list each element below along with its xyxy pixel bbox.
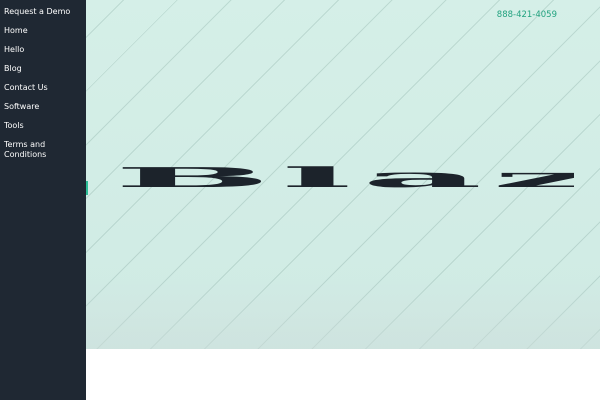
- nav-item-terms[interactable]: Terms and Conditions: [4, 140, 86, 160]
- nav-item-home[interactable]: Home: [4, 26, 86, 36]
- accent-marker: [86, 181, 88, 195]
- hero-banner: 888-421-4059 Blaze: [86, 0, 600, 349]
- nav-item-contact-us[interactable]: Contact Us: [4, 83, 86, 93]
- nav-item-hello[interactable]: Hello: [4, 45, 86, 55]
- nav-item-tools[interactable]: Tools: [4, 121, 86, 131]
- nav-item-request-demo[interactable]: Request a Demo: [4, 7, 86, 17]
- logo-container: Blaze: [114, 164, 574, 220]
- content-area: [86, 349, 600, 400]
- site-logo[interactable]: Blaze: [114, 164, 574, 191]
- nav-item-blog[interactable]: Blog: [4, 64, 86, 74]
- sidebar-nav: Request a Demo Home Hello Blog Contact U…: [0, 0, 86, 400]
- nav-item-software[interactable]: Software: [4, 102, 86, 112]
- phone-link[interactable]: 888-421-4059: [497, 10, 557, 20]
- nav-menu: Request a Demo Home Hello Blog Contact U…: [0, 0, 86, 160]
